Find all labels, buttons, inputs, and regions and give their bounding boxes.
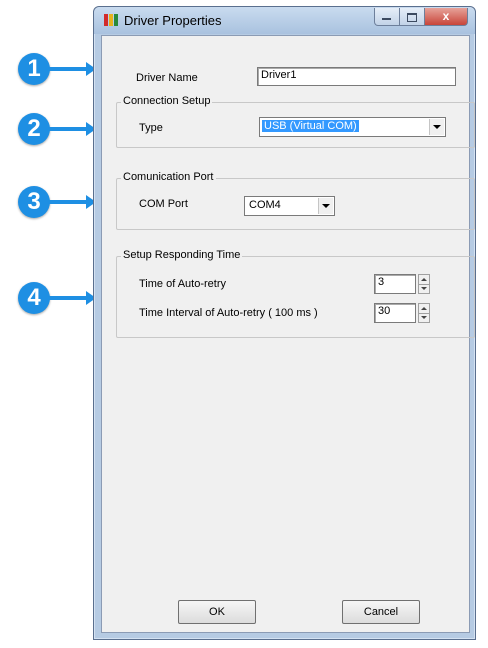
close-button[interactable]: x (424, 8, 468, 26)
com-port-label: COM Port (139, 198, 188, 210)
spinner-divider (419, 284, 429, 285)
type-select[interactable]: USB (Virtual COM) (259, 117, 446, 137)
maximize-button[interactable] (399, 8, 425, 26)
interval-input[interactable]: 30 (374, 303, 416, 323)
cancel-button[interactable]: Cancel (342, 600, 420, 624)
driver-properties-window: Driver Properties x Driver Name Driver1 … (93, 6, 476, 640)
type-dropdown-button[interactable] (429, 119, 444, 135)
type-selected-value: USB (Virtual COM) (262, 120, 359, 132)
driver-name-label: Driver Name (136, 72, 198, 84)
chevron-down-icon (433, 125, 441, 129)
responding-time-title: Setup Responding Time (121, 249, 243, 261)
callout-arrow-3 (48, 195, 96, 209)
type-label: Type (139, 122, 163, 134)
callout-arrow-4 (48, 291, 96, 305)
minimize-button[interactable] (374, 8, 400, 26)
close-icon: x (442, 9, 450, 23)
com-port-select[interactable]: COM4 (244, 196, 335, 216)
spin-down-icon[interactable] (421, 316, 427, 319)
connection-setup-title: Connection Setup (121, 95, 213, 107)
spinner-divider (419, 313, 429, 314)
driver-name-input[interactable]: Driver1 (257, 67, 456, 86)
com-port-selected-value: COM4 (249, 199, 281, 211)
chevron-down-icon (322, 204, 330, 208)
auto-retry-input[interactable]: 3 (374, 274, 416, 294)
title-bar[interactable]: Driver Properties x (94, 7, 475, 34)
app-icon (104, 14, 118, 26)
callout-arrow-2 (48, 122, 96, 136)
spin-down-icon[interactable] (421, 287, 427, 290)
callout-arrow-1 (48, 62, 96, 76)
callout-3: 3 (18, 186, 50, 218)
communication-port-title: Comunication Port (121, 171, 216, 183)
auto-retry-label: Time of Auto-retry (139, 278, 227, 290)
callout-4: 4 (18, 282, 50, 314)
auto-retry-spinner[interactable] (418, 274, 430, 294)
spin-up-icon[interactable] (421, 278, 427, 281)
interval-spinner[interactable] (418, 303, 430, 323)
dialog-client-area: Driver Name Driver1 Connection Setup Typ… (101, 35, 475, 633)
connection-setup-group: Connection Setup Type USB (Virtual COM) (116, 95, 475, 148)
ok-button[interactable]: OK (178, 600, 256, 624)
callout-2: 2 (18, 113, 50, 145)
spin-up-icon[interactable] (421, 307, 427, 310)
communication-port-group: Comunication Port COM Port COM4 (116, 171, 475, 230)
minimize-icon (382, 18, 391, 20)
maximize-icon (407, 13, 417, 22)
callout-1: 1 (18, 53, 50, 85)
responding-time-group: Setup Responding Time Time of Auto-retry… (116, 249, 475, 338)
com-port-dropdown-button[interactable] (318, 198, 333, 214)
interval-label: Time Interval of Auto-retry ( 100 ms ) (139, 307, 318, 319)
window-title: Driver Properties (124, 13, 222, 28)
